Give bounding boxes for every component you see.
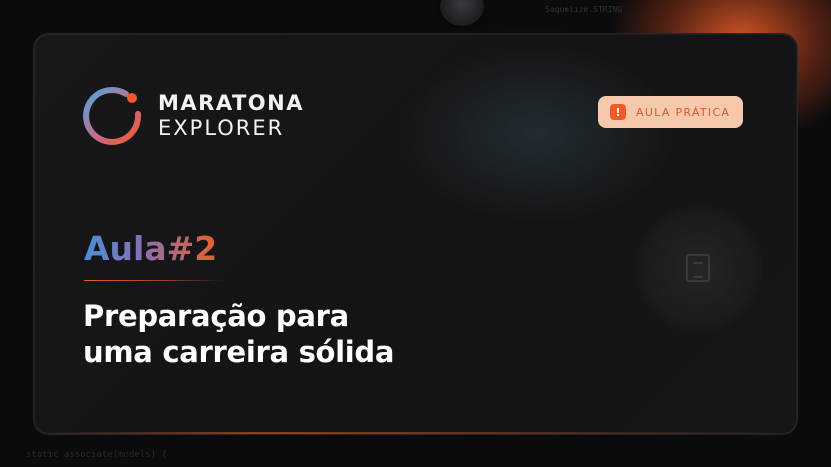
- gradient-divider: [84, 280, 224, 281]
- badge-label: AULA PRÁTICA: [636, 105, 731, 119]
- background-code-top: Sequelize.STRING: [545, 5, 623, 14]
- lesson-number: Aula#2: [84, 229, 218, 268]
- lesson-title-line-2: uma carreira sólida: [83, 335, 395, 369]
- brand-line-2: EXPLORER: [158, 116, 285, 140]
- maratona-logo-icon: [82, 84, 146, 148]
- background-code-bottom: static associate(models) {: [26, 450, 167, 460]
- decorative-orb: [634, 204, 764, 334]
- lesson-title: Preparação para uma carreira sólida: [83, 298, 503, 370]
- card-glow: [397, 44, 677, 224]
- html5-icon: [686, 254, 710, 282]
- brand-logo: MARATONA EXPLORER: [82, 84, 304, 148]
- brand-wordmark: MARATONA EXPLORER: [158, 91, 304, 141]
- alert-icon: !: [610, 104, 626, 120]
- background-orb: [440, 0, 484, 26]
- lesson-type-badge: ! AULA PRÁTICA: [598, 96, 743, 128]
- thumbnail-card: MARATONA EXPLORER ! AULA PRÁTICA Aula#2 …: [33, 33, 798, 435]
- brand-line-1: MARATONA: [158, 91, 304, 115]
- lesson-title-line-1: Preparação para: [83, 299, 349, 333]
